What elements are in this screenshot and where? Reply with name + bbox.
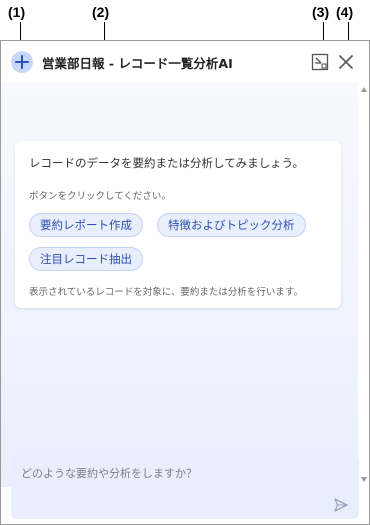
panel-header: 営業部日報 - レコード一覧分析AI	[1, 41, 369, 83]
callout-3: (3)	[312, 4, 330, 20]
minimize-window-icon	[311, 53, 329, 71]
new-chat-button[interactable]	[11, 51, 33, 73]
send-icon	[334, 498, 348, 512]
card-footer-note: 表示されているレコードを対象に、要約または分析を行います。	[29, 287, 303, 298]
welcome-message: レコードのデータを要約または分析してみましょう。	[29, 156, 304, 170]
callout-1: (1)	[8, 4, 26, 20]
callout-2: (2)	[92, 4, 110, 20]
send-button[interactable]	[333, 497, 349, 513]
click-hint: ボタンをクリックしてください。	[29, 191, 171, 202]
chat-area[interactable]: レコードのデータを要約または分析してみましょう。 ボタンをクリックしてください。…	[1, 83, 358, 487]
feature-topic-analysis-button[interactable]: 特徴およびトピック分析	[157, 213, 306, 237]
scroll-down-icon[interactable]	[361, 477, 367, 482]
summary-report-button[interactable]: 要約レポート作成	[29, 213, 143, 237]
close-button[interactable]	[337, 53, 355, 71]
ai-assistant-panel: 営業部日報 - レコード一覧分析AI レコードのデータを要約または分析してみまし…	[0, 40, 370, 525]
close-icon	[338, 54, 354, 70]
prompt-input[interactable]	[11, 455, 359, 519]
notable-records-button[interactable]: 注目レコード抽出	[29, 247, 143, 271]
scroll-up-icon[interactable]	[361, 87, 367, 92]
minimize-window-button[interactable]	[311, 53, 329, 71]
callout-4: (4)	[336, 4, 354, 20]
scrollbar[interactable]	[358, 83, 369, 487]
plus-icon	[15, 55, 29, 69]
panel-title: 営業部日報 - レコード一覧分析AI	[42, 56, 233, 71]
welcome-card: レコードのデータを要約または分析してみましょう。 ボタンをクリックしてください。…	[15, 141, 341, 308]
